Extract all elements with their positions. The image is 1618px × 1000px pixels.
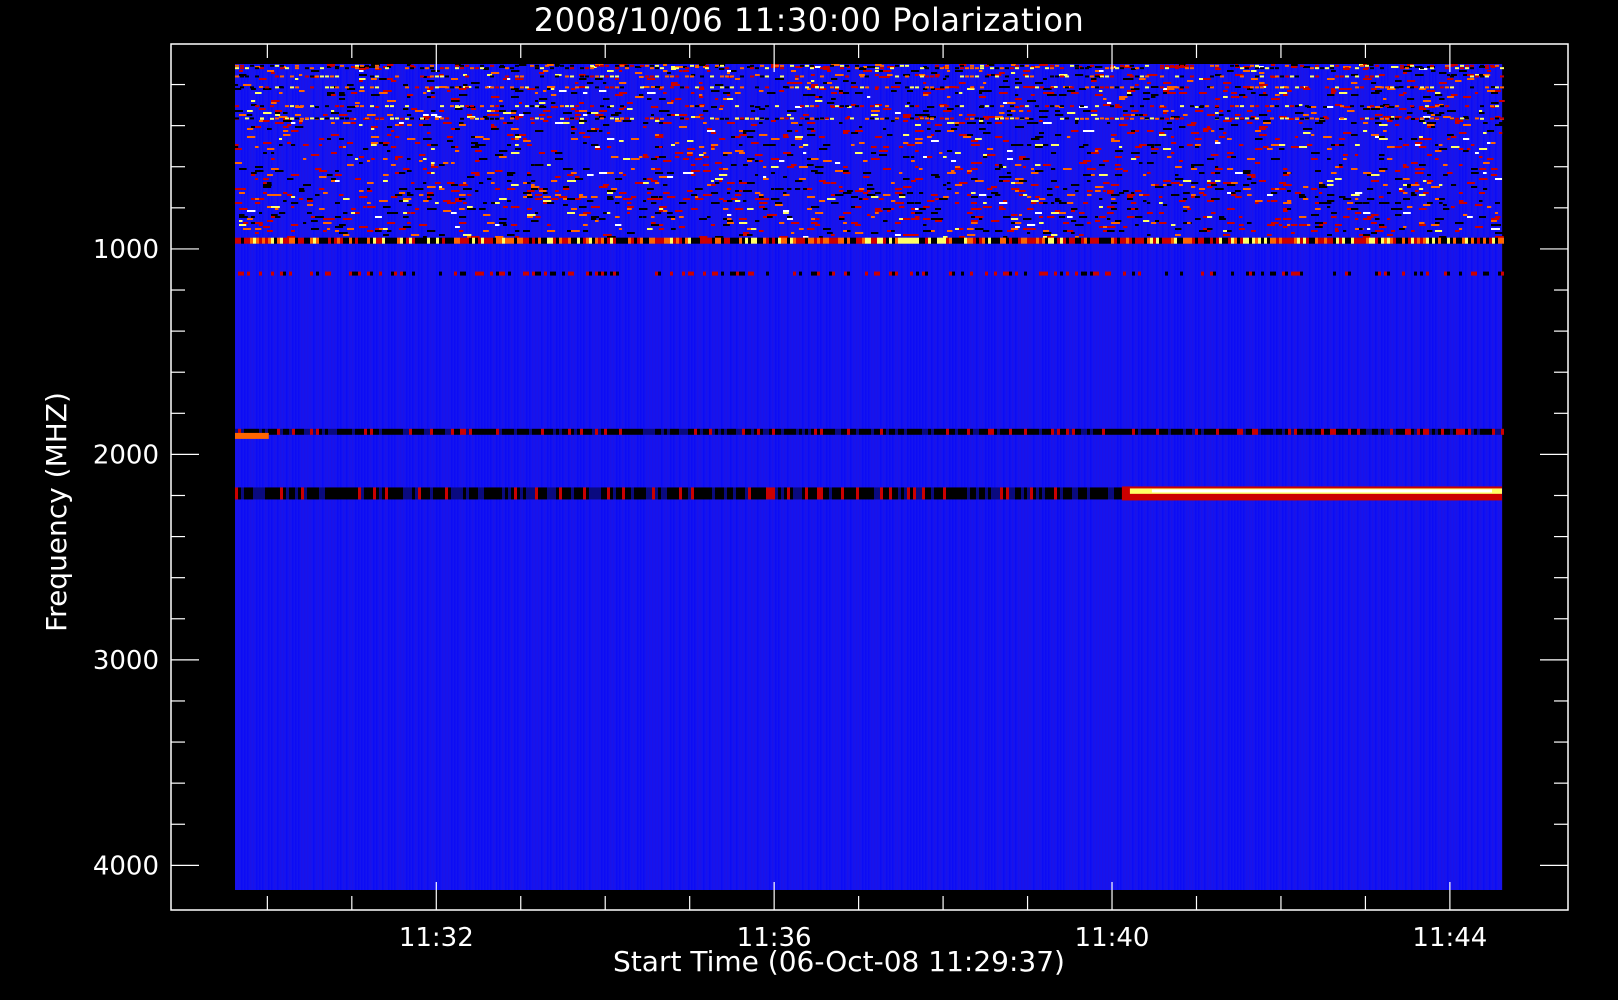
heatmap-feature <box>235 487 1123 500</box>
spectrogram-chart: 1000200030004000 11:32 11:36 11:40 11:44 <box>93 43 1569 953</box>
heatmap-feature <box>1121 486 1502 501</box>
y-axis-label: Frequency (MHZ) <box>40 392 73 632</box>
heatmap-feature <box>235 237 1504 244</box>
y-tick-label: 2000 <box>93 440 159 470</box>
y-tick-label: 3000 <box>93 646 159 676</box>
x-axis-label: Start Time (06-Oct-08 11:29:37) <box>613 945 1065 978</box>
heatmap-feature <box>235 428 1504 435</box>
heatmap-texture <box>235 64 1503 890</box>
heatmap-feature <box>235 432 269 439</box>
y-tick-label: 4000 <box>93 851 159 881</box>
heatmap-layer <box>235 64 1505 890</box>
y-tick-label: 1000 <box>93 235 159 265</box>
